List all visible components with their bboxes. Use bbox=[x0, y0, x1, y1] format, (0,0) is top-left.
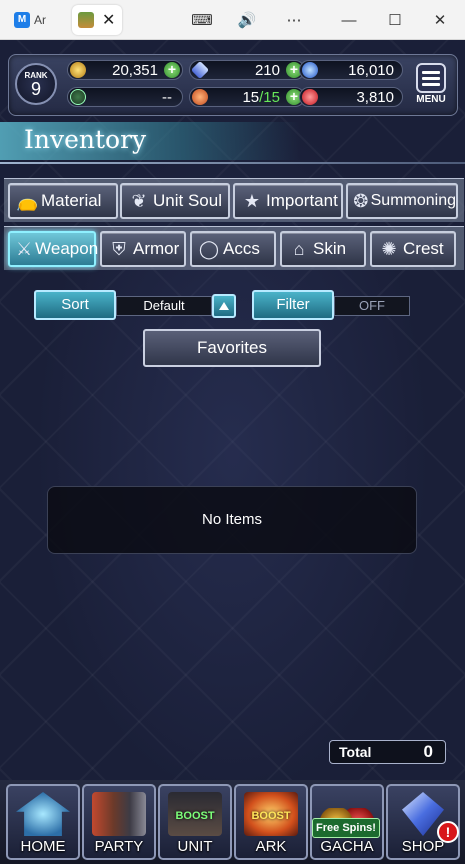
favorites-button[interactable]: Favorites bbox=[143, 329, 321, 367]
gold-coin-icon bbox=[70, 62, 86, 78]
nav-ark[interactable]: BOOST ARK bbox=[234, 784, 308, 860]
ring-icon: ◯ bbox=[198, 239, 220, 259]
nav-unit[interactable]: BOOST UNIT bbox=[158, 784, 232, 860]
crystal-counter: 210 + bbox=[189, 60, 305, 80]
armor-icon: ⛨ bbox=[112, 239, 126, 259]
tab-crest-label: Crest bbox=[403, 239, 444, 258]
tab-accs[interactable]: ◯ Accs bbox=[190, 231, 276, 267]
hanger-icon: ⌂ bbox=[293, 239, 305, 259]
free-spins-badge: Free Spins! bbox=[312, 818, 380, 838]
tab-skin[interactable]: ⌂ Skin bbox=[280, 231, 366, 267]
secondary-value: -- bbox=[162, 89, 172, 106]
orb-counter: 16,010 bbox=[299, 60, 403, 80]
nav-gacha-label: GACHA bbox=[320, 838, 374, 855]
tab-important-label: Important bbox=[266, 191, 338, 210]
orb-value: 16,010 bbox=[348, 62, 394, 79]
sword-icon: ⚔ bbox=[16, 239, 33, 259]
stamina-current: 15 bbox=[242, 89, 260, 106]
tab-unit-soul-label: Unit Soul bbox=[153, 191, 222, 210]
unit-boost-label: BOOST bbox=[175, 810, 215, 822]
tab-summoning[interactable]: ❂ Summoning bbox=[346, 183, 458, 219]
tab-crest[interactable]: ✺ Crest bbox=[370, 231, 456, 267]
total-value: 0 bbox=[423, 742, 433, 761]
nav-party[interactable]: PARTY bbox=[82, 784, 156, 860]
tab-accs-label: Accs bbox=[223, 239, 260, 258]
tab-skin-label: Skin bbox=[313, 239, 347, 258]
tab-material[interactable]: 👝 Material bbox=[8, 183, 118, 219]
tab-armor-label: Armor bbox=[133, 239, 180, 258]
crystal-value: 210 bbox=[254, 62, 280, 79]
star-icon: ★ bbox=[243, 191, 261, 211]
browser-tab-game[interactable]: ✕ bbox=[72, 5, 122, 35]
gold-value: 20,351 bbox=[112, 62, 158, 79]
sort-button[interactable]: Sort bbox=[34, 290, 116, 320]
crystal-icon bbox=[190, 60, 210, 80]
ruby-counter: 3,810 bbox=[299, 87, 403, 107]
rank-badge[interactable]: RANK 9 bbox=[15, 63, 57, 105]
category-row-1: 👝 Material ❦ Unit Soul ★ Important ❂ Sum… bbox=[4, 178, 464, 222]
tab-weapon-label: Weapon bbox=[35, 239, 99, 258]
category-row-2: ⚔ Weapon ⛨ Armor ◯ Accs ⌂ Skin ✺ Crest bbox=[4, 226, 464, 270]
crest-icon: ✺ bbox=[381, 239, 397, 259]
add-gold-button[interactable]: + bbox=[164, 62, 180, 78]
secondary-counter: -- bbox=[67, 87, 183, 107]
sound-icon[interactable]: 🔊 bbox=[232, 8, 262, 32]
red-gem-icon bbox=[302, 89, 318, 105]
stamina-counter: 15/15 + bbox=[189, 87, 305, 107]
party-portrait-icon bbox=[92, 792, 146, 836]
more-icon[interactable]: ⋯ bbox=[279, 8, 309, 32]
compass-icon bbox=[70, 89, 86, 105]
tab-weapon[interactable]: ⚔ Weapon bbox=[8, 231, 99, 267]
tab-summoning-label: Summoning bbox=[370, 192, 456, 209]
filter-value[interactable]: OFF bbox=[334, 296, 410, 316]
gold-counter: 20,351 + bbox=[67, 60, 183, 80]
nav-ark-label: ARK bbox=[255, 838, 287, 855]
sort-value[interactable]: Default bbox=[116, 296, 212, 316]
inventory-title-band: Inventory bbox=[0, 122, 300, 160]
page-title: Inventory bbox=[24, 125, 147, 154]
browser-tab-1-label: Ar bbox=[34, 13, 46, 27]
total-counter: Total 0 bbox=[329, 740, 446, 764]
stamina-icon bbox=[192, 89, 208, 105]
nav-home-label: HOME bbox=[20, 838, 66, 855]
close-tab-icon[interactable]: ✕ bbox=[102, 10, 115, 30]
tab-unit-soul[interactable]: ❦ Unit Soul bbox=[120, 183, 230, 219]
home-icon bbox=[16, 792, 70, 836]
browser-titlebar: M Ar ✕ ⌨ 🔊 ⋯ — ☐ ✕ bbox=[0, 0, 465, 40]
app-icon: M bbox=[14, 12, 30, 28]
material-icon: 👝 bbox=[16, 191, 39, 211]
status-header: RANK 9 20,351 + 210 + 16,010 -- 15/15 + bbox=[8, 54, 458, 116]
game-tab-icon bbox=[78, 12, 94, 28]
stamina-max: /15 bbox=[259, 89, 280, 106]
title-divider bbox=[0, 162, 465, 164]
keyboard-icon[interactable]: ⌨ bbox=[187, 8, 217, 32]
bottom-nav: HOME PARTY BOOST UNIT BOOST ARK GACHA SH… bbox=[0, 780, 465, 864]
menu-label: MENU bbox=[416, 94, 446, 105]
empty-message: No Items bbox=[47, 486, 417, 554]
menu-button[interactable]: MENU bbox=[413, 63, 449, 109]
shop-alert-icon: ! bbox=[437, 821, 459, 843]
blue-orb-icon bbox=[302, 62, 318, 78]
tab-material-label: Material bbox=[41, 191, 102, 210]
nav-home[interactable]: HOME bbox=[6, 784, 80, 860]
rank-value: 9 bbox=[30, 79, 41, 99]
menu-icon bbox=[416, 63, 446, 93]
tab-important[interactable]: ★ Important bbox=[233, 183, 343, 219]
maximize-button[interactable]: ☐ bbox=[380, 8, 410, 32]
filter-button[interactable]: Filter bbox=[252, 290, 334, 320]
ark-boost-label: BOOST bbox=[251, 810, 291, 822]
game-screen: RANK 9 20,351 + 210 + 16,010 -- 15/15 + bbox=[0, 40, 465, 864]
total-label: Total bbox=[339, 744, 372, 760]
minimize-button[interactable]: — bbox=[334, 8, 364, 32]
sort-order-button[interactable] bbox=[212, 294, 236, 318]
close-window-button[interactable]: ✕ bbox=[425, 8, 455, 32]
nav-party-label: PARTY bbox=[94, 838, 144, 855]
unit-soul-icon: ❦ bbox=[131, 191, 147, 211]
ruby-value: 3,810 bbox=[356, 89, 394, 106]
nav-unit-label: UNIT bbox=[177, 838, 213, 855]
summoning-icon: ❂ bbox=[353, 191, 369, 211]
browser-tab-1[interactable]: M Ar bbox=[14, 5, 66, 35]
tab-armor[interactable]: ⛨ Armor bbox=[100, 231, 186, 267]
